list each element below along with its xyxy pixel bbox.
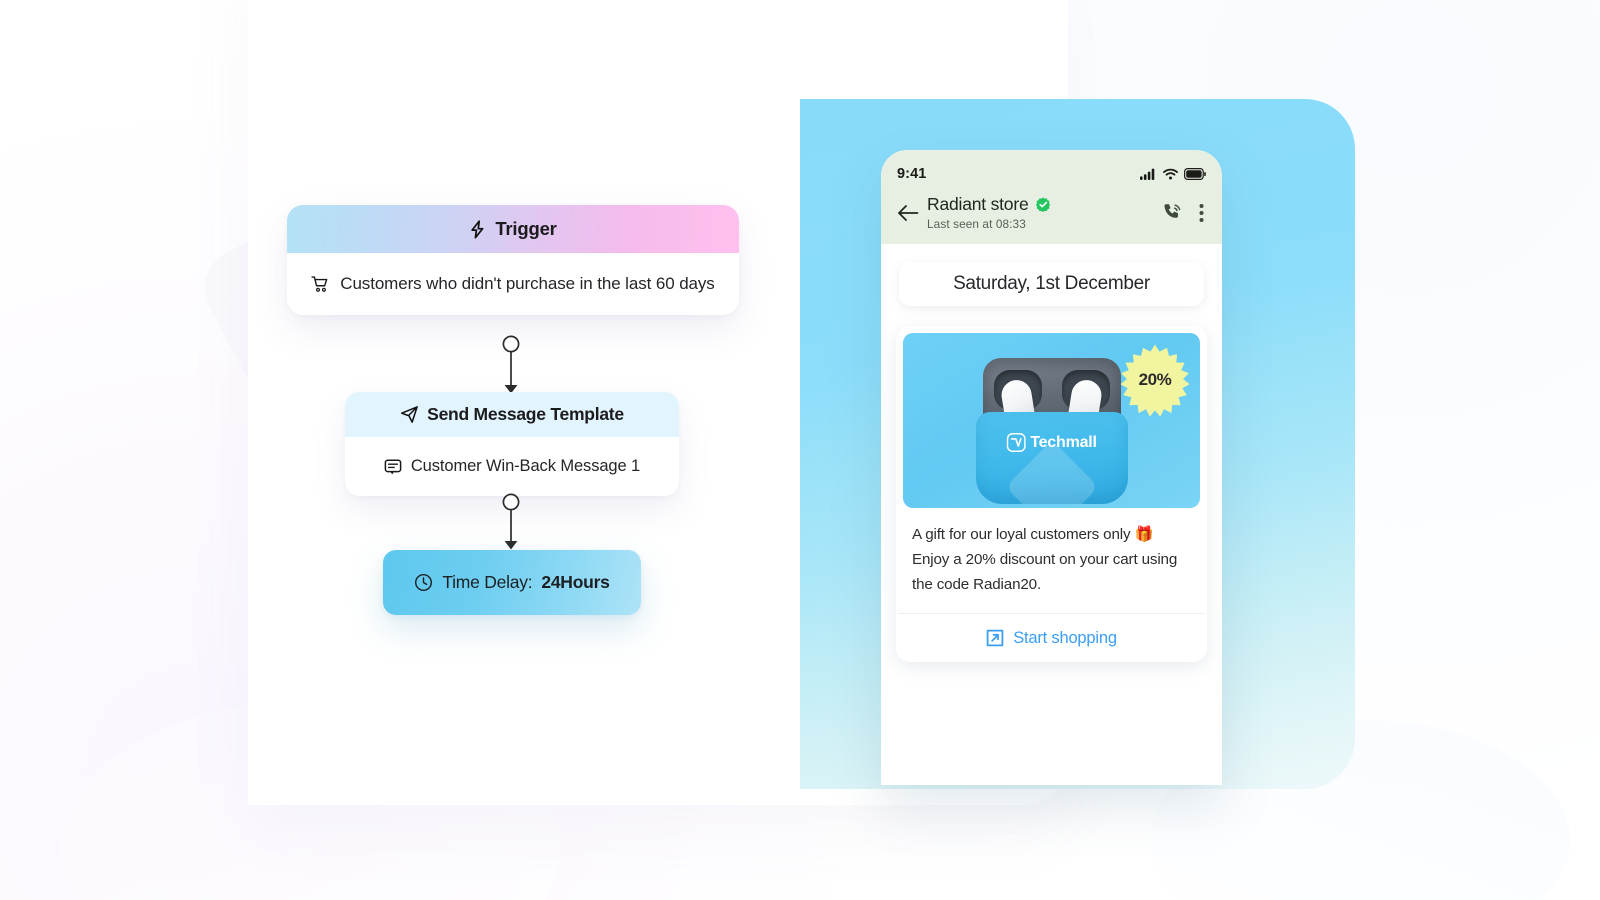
chat-header-actions [1162,202,1206,223]
message-body-text: A gift for our loyal customers only 🎁 En… [912,526,1178,594]
verified-badge-icon [1035,197,1051,212]
cellular-signal-icon [1140,168,1157,180]
send-message-template-name: Customer Win-Back Message 1 [410,457,641,475]
phone-chat-header: 9:41 Radiant store Last seen at 08:33 [881,150,1222,244]
status-bar-icons [1140,168,1206,180]
start-shopping-label: Start shopping [1013,628,1117,647]
flow-node-time-delay[interactable]: Time Delay: 24Hours [383,550,641,615]
trigger-title: Trigger [495,218,557,239]
more-vertical-icon[interactable] [1199,203,1204,223]
chat-header-row: Radiant store Last seen at 08:33 [897,194,1206,231]
trigger-header: Trigger [287,205,739,253]
shopping-cart-icon [311,275,330,294]
discount-badge: 20% [1118,343,1192,417]
contact-name-row: Radiant store [927,194,1162,215]
last-seen-text: Last seen at 08:33 [927,217,1026,231]
clock-icon [414,573,433,592]
chat-messages-area: Saturday, 1st December Techmall 20% A gi… [881,244,1222,663]
back-button[interactable] [897,204,923,222]
brand-lockup: Techmall [1006,433,1097,452]
time-delay-label: Time Delay: [442,572,533,592]
flow-node-send-message[interactable]: Send Message Template Customer Win-Back … [345,392,679,496]
brand-name: Techmall [1030,433,1097,451]
contact-name: Radiant store [927,194,1029,214]
chat-bubble-icon [384,458,402,476]
trigger-condition-row: Customers who didn't purchase in the las… [287,253,739,315]
contact-info[interactable]: Radiant store Last seen at 08:33 [923,194,1162,231]
start-shopping-button[interactable]: Start shopping [896,614,1207,662]
trigger-condition-text: Customers who didn't purchase in the las… [340,274,715,293]
send-message-template-row: Customer Win-Back Message 1 [345,437,679,496]
external-link-icon [986,629,1004,647]
paper-plane-icon [400,405,419,424]
back-arrow-icon [897,204,919,222]
flow-node-trigger[interactable]: Trigger Customers who didn't purchase in… [287,205,739,315]
status-bar-time: 9:41 [897,166,927,182]
wifi-icon [1163,168,1178,180]
battery-icon [1184,168,1206,180]
lightning-bolt-icon [469,219,486,239]
techmall-logo-icon [1006,433,1026,452]
flow-connector-2 [489,493,533,557]
discount-badge-text: 20% [1138,370,1172,389]
send-message-header: Send Message Template [345,392,679,437]
status-bar: 9:41 [897,164,1206,184]
screenshot-root: Trigger Customers who didn't purchase in… [0,0,1600,900]
chat-date-separator: Saturday, 1st December [899,262,1204,306]
earbuds-case-body [975,412,1128,504]
time-delay-value: 24Hours [541,572,610,592]
promo-image: Techmall 20% [903,333,1200,508]
send-message-title: Send Message Template [427,404,624,424]
phone-call-icon[interactable] [1162,202,1183,223]
phone-mockup: 9:41 Radiant store Last seen at 08:33 Sa… [881,150,1222,785]
chat-message-card[interactable]: Techmall 20% A gift for our loyal custom… [896,326,1207,663]
